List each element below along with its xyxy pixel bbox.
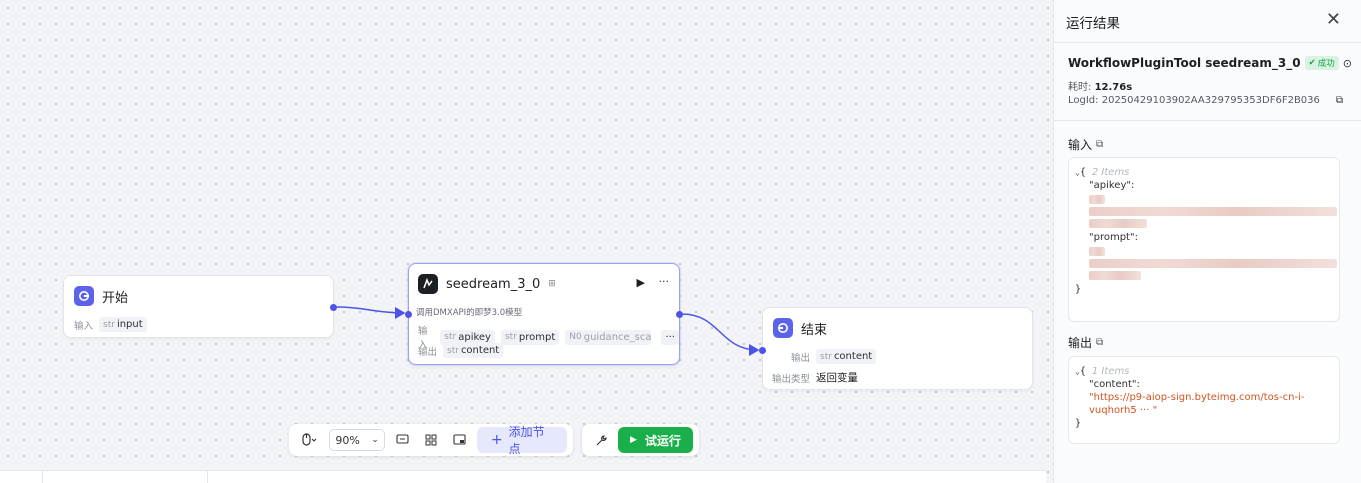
canvas-toolbar: 90% ⌄ + 添加节点 <box>289 424 573 456</box>
logid: LogId: 20250429103902AA329795353DF6F2B03… <box>1068 95 1320 106</box>
comment-icon[interactable] <box>391 428 414 452</box>
output-key-content: "content": <box>1089 379 1140 390</box>
plugin-output-label: 输出 <box>418 346 438 358</box>
seedream-logo-icon <box>418 274 438 294</box>
output-value-line2: vuqhorh5 ··· " <box>1089 405 1158 416</box>
check-circle-icon: ✔ <box>1308 58 1316 68</box>
canvas-bottom-bar <box>0 470 1046 483</box>
start-icon <box>74 286 94 306</box>
input-json-viewer[interactable]: ⌄{ 2 Items "apikey": "prompt": } <box>1068 157 1340 322</box>
end-icon <box>773 318 793 338</box>
duration: 耗时: 12.76s <box>1068 82 1133 93</box>
run-name: WorkflowPluginTool seedream_3_0 ✔ 成功 ⊙ <box>1068 56 1352 70</box>
start-node[interactable]: 开始 输入 str input <box>63 275 337 338</box>
end-output-type-value: 返回变量 <box>816 372 859 384</box>
end-output-label: 输出 <box>791 352 811 364</box>
status-badge: ✔ 成功 <box>1304 56 1339 70</box>
zoom-value: 90% <box>335 433 360 447</box>
input-key-apikey: "apikey": <box>1089 180 1135 191</box>
add-node-label: 添加节点 <box>508 425 545 456</box>
panel-meta-divider <box>1054 120 1361 121</box>
status-text: 成功 <box>1317 59 1335 69</box>
plugin-output-param: str content <box>443 343 504 358</box>
plugin-output-port[interactable] <box>676 311 683 318</box>
output-section-label: 输出 ⧉ <box>1068 336 1104 350</box>
copy-logid-icon[interactable]: ⧉ <box>1336 95 1343 106</box>
test-run-label: 试运行 <box>644 433 681 448</box>
plugin-node-title: seedream_3_0 <box>446 276 541 292</box>
plugin-input-port[interactable] <box>405 311 412 318</box>
plugin-info-icon: ⊞ <box>548 279 556 289</box>
plugin-input-guidance-scale: N0guidance_scale <box>565 329 652 345</box>
start-input-param: str input <box>99 317 147 332</box>
test-run-button[interactable]: ▶ 试运行 <box>618 427 693 453</box>
input-section-label: 输入 ⧉ <box>1068 138 1104 152</box>
auto-layout-icon[interactable] <box>420 428 443 452</box>
target-icon[interactable]: ⊙ <box>1343 57 1352 70</box>
panel-header-divider <box>1054 42 1361 43</box>
start-input-label: 输入 <box>74 320 94 332</box>
output-json-viewer[interactable]: ⌄{ 1 Items "content": "https://p9-aiop-s… <box>1068 356 1340 444</box>
input-key-prompt: "prompt": <box>1089 232 1138 243</box>
run-toolbar: ▶ 试运行 <box>582 424 699 456</box>
copy-input-icon[interactable]: ⧉ <box>1096 139 1103 150</box>
play-icon: ▶ <box>630 435 637 445</box>
panel-title: 运行结果 <box>1066 16 1120 32</box>
collapse-output-icon[interactable]: ⌄ <box>1075 367 1080 376</box>
plugin-description: 调用DMXAPI的即梦3.0模型 <box>416 308 523 318</box>
input-items-count: 2 Items <box>1091 167 1130 178</box>
redacted-apikey <box>1075 195 1337 228</box>
chevron-down-icon: ⌄ <box>371 435 379 445</box>
plugin-run-icon[interactable]: ▶ <box>637 276 645 289</box>
end-node-title: 结束 <box>801 322 828 338</box>
collapse-input-icon[interactable]: ⌄ <box>1075 168 1080 177</box>
run-result-panel: 运行结果 ✕ WorkflowPluginTool seedream_3_0 ✔… <box>1053 0 1361 483</box>
plugin-node[interactable]: seedream_3_0 ⊞ ▶ ··· 调用DMXAPI的即梦3.0模型 输入… <box>405 263 683 365</box>
minimap-icon[interactable] <box>448 428 471 452</box>
plugin-more-icon[interactable]: ··· <box>659 275 670 288</box>
start-node-title: 开始 <box>102 290 129 306</box>
end-input-port[interactable] <box>759 347 766 354</box>
add-node-button[interactable]: + 添加节点 <box>476 425 568 456</box>
end-node[interactable]: 结束 输出 str content 输出类型 返回变量 <box>759 307 1033 390</box>
workflow-canvas[interactable] <box>0 0 1053 483</box>
redacted-prompt <box>1075 247 1337 280</box>
end-output-param: str content <box>816 349 877 364</box>
plugin-input-prompt: str prompt <box>500 329 560 345</box>
mouse-mode-icon[interactable] <box>295 428 323 452</box>
plus-icon: + <box>490 432 503 448</box>
start-output-port[interactable] <box>330 304 337 311</box>
end-output-type-label: 输出类型 <box>772 373 811 385</box>
output-items-count: 1 Items <box>1091 366 1130 377</box>
copy-output-icon[interactable]: ⧉ <box>1096 337 1103 348</box>
wrench-icon[interactable] <box>588 428 612 452</box>
output-value-line1: "https://p9-aiop-sign.byteimg.com/tos-cn… <box>1089 392 1305 403</box>
zoom-select[interactable]: 90% ⌄ <box>329 429 385 451</box>
close-icon[interactable]: ✕ <box>1326 9 1341 30</box>
run-name-text: WorkflowPluginTool seedream_3_0 <box>1068 56 1301 70</box>
plugin-inputs-more-icon[interactable]: ··· <box>661 329 679 345</box>
